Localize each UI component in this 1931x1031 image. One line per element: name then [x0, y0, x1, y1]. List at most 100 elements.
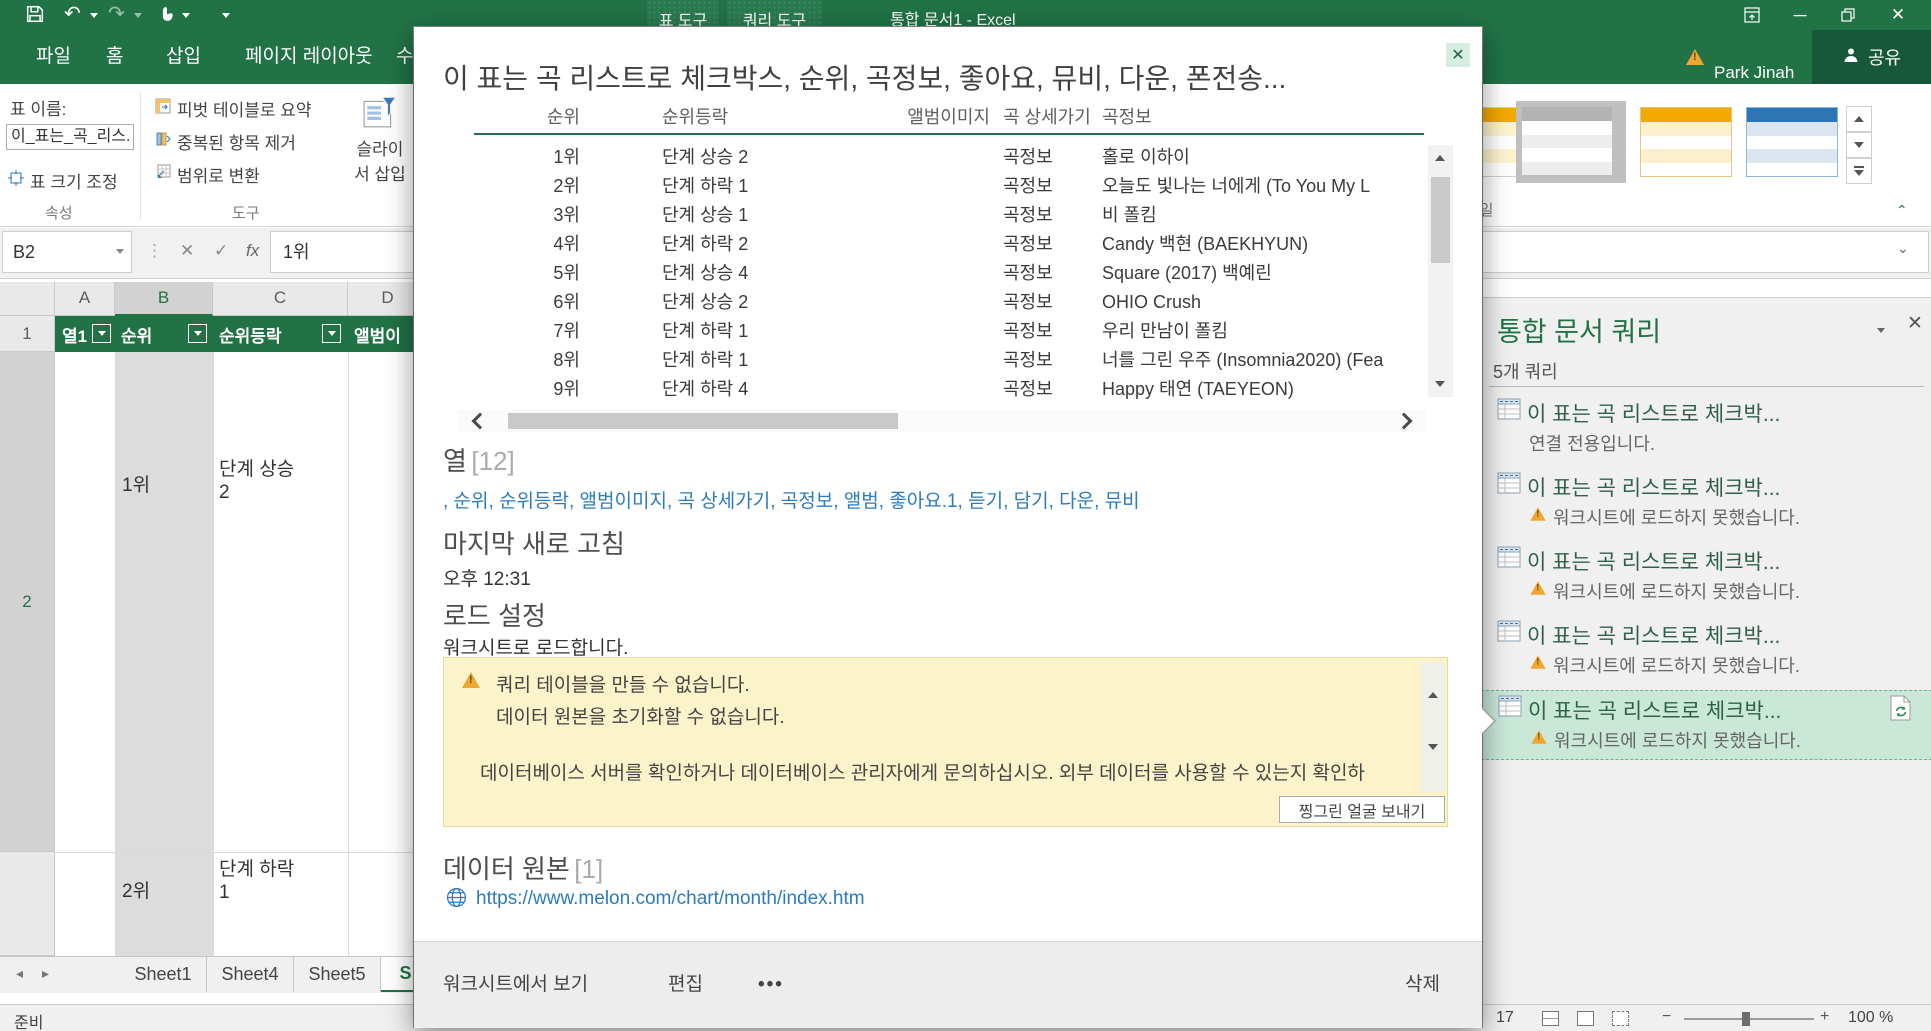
view-in-worksheet-button[interactable]: 워크시트에서 보기: [443, 942, 588, 1028]
table-style-thumbnail-2-selected[interactable]: [1516, 101, 1626, 183]
excel-window: ↶ ↷ 표 도구 쿼리 도구 통합 문서1 - Excel ─ ✕ 파일 홈 삽…: [0, 0, 1931, 1031]
cell-c2-line1[interactable]: 단계 상승: [219, 454, 294, 481]
context-tab-query-tools[interactable]: 쿼리 도구: [727, 0, 822, 30]
save-icon[interactable]: [26, 5, 44, 28]
zoom-out-icon[interactable]: −: [1662, 1008, 1671, 1026]
query-table-icon: [1497, 546, 1521, 573]
filter-icon[interactable]: [322, 324, 341, 343]
scroll-right-icon[interactable]: [1395, 412, 1413, 430]
row-header-2[interactable]: 2: [0, 352, 55, 852]
resize-table-button[interactable]: 표 크기 조정: [8, 168, 118, 193]
enter-icon[interactable]: ✓: [214, 228, 228, 274]
scroll-up-icon[interactable]: [1435, 155, 1445, 161]
query-item-1[interactable]: 이 표는 곡 리스트로 체크박... 연결 전용입니다.: [1481, 394, 1931, 464]
sheet-tab-sheet5[interactable]: Sheet5: [294, 957, 381, 992]
restore-button[interactable]: [1828, 1, 1868, 29]
cancel-icon[interactable]: ✕: [180, 228, 194, 274]
preview-header-rule: [474, 133, 1424, 135]
summarize-pivot-button[interactable]: 피벗 테이블로 요약: [155, 96, 312, 121]
table-header-change: 순위등락: [219, 327, 282, 346]
styles-more-icon[interactable]: [1846, 158, 1872, 184]
delete-button[interactable]: 삭제: [1405, 942, 1440, 1028]
expand-formula-bar-icon[interactable]: ⌄: [1897, 240, 1909, 257]
tab-insert[interactable]: 삽입: [166, 30, 201, 84]
insert-slicer-button[interactable]: 슬라이 서 삽입: [350, 94, 410, 185]
convert-to-range-button[interactable]: 범위로 변환: [155, 162, 260, 187]
tab-page-layout[interactable]: 페이지 레이아웃: [245, 30, 373, 84]
zoom-slider-thumb[interactable]: [1742, 1012, 1750, 1026]
query-item-4[interactable]: 이 표는 곡 리스트로 체크박... 워크시트에 로드하지 못했습니다.: [1481, 616, 1931, 686]
sheet-nav-right-icon[interactable]: ▸: [42, 965, 49, 982]
normal-view-icon[interactable]: [1542, 1011, 1559, 1026]
scrollbar-thumb[interactable]: [508, 413, 898, 429]
scroll-left-icon[interactable]: [471, 412, 489, 430]
scroll-up-icon[interactable]: [1428, 692, 1438, 698]
undo-icon[interactable]: ↶: [64, 1, 81, 27]
account-warning-icon[interactable]: [1686, 49, 1704, 65]
filter-icon[interactable]: [92, 324, 111, 343]
sheet-tab-sheet1[interactable]: Sheet1: [120, 957, 207, 992]
scrollbar-thumb[interactable]: [1431, 177, 1450, 263]
more-options-button[interactable]: •••: [758, 942, 784, 1028]
col-header-a[interactable]: A: [55, 282, 115, 316]
select-all-corner[interactable]: [0, 282, 55, 316]
scroll-down-icon[interactable]: [1435, 381, 1445, 387]
preview-row: 2위 단계 하락 1 곡정보 오늘도 빛나는 너에게 (To You My L: [414, 172, 1424, 201]
cell-c3-line2[interactable]: 1: [219, 882, 230, 904]
query-table-icon: [1497, 398, 1521, 425]
zoom-in-icon[interactable]: +: [1820, 1008, 1829, 1026]
name-box-dropdown-icon[interactable]: [116, 249, 124, 254]
query-item-5-selected[interactable]: 이 표는 곡 리스트로 체크박... 워크시트에 로드하지 못했습니다.: [1481, 690, 1931, 760]
warning-scroll-strip[interactable]: [1421, 662, 1445, 792]
minimize-button[interactable]: ─: [1780, 1, 1820, 29]
filter-icon[interactable]: [188, 324, 207, 343]
ribbon-display-options-icon[interactable]: [1732, 1, 1772, 29]
col-header-c[interactable]: C: [213, 282, 348, 316]
table-style-thumbnail-3[interactable]: [1640, 107, 1732, 177]
data-source-link[interactable]: https://www.melon.com/chart/month/index.…: [476, 888, 865, 910]
table-name-input[interactable]: [6, 124, 134, 150]
tab-home[interactable]: 홈: [106, 30, 123, 84]
page-break-view-icon[interactable]: [1612, 1011, 1629, 1026]
cell-c2-line2[interactable]: 2: [219, 482, 230, 504]
page-layout-view-icon[interactable]: [1577, 1011, 1594, 1026]
dialog-close-icon[interactable]: ✕: [1446, 43, 1470, 67]
styles-scroll-down-icon[interactable]: [1846, 132, 1872, 158]
row-header-3[interactable]: [0, 852, 55, 956]
send-frown-button[interactable]: 찡그린 얼굴 보내기: [1279, 796, 1445, 823]
preview-detail-link: 곡정보: [1003, 321, 1053, 341]
panel-options-icon[interactable]: [1877, 328, 1885, 333]
zoom-level[interactable]: 100 %: [1848, 1009, 1893, 1027]
cell-c3-line1[interactable]: 단계 하락: [219, 854, 294, 881]
remove-duplicates-button[interactable]: 중복된 항목 제거: [155, 129, 296, 154]
name-box[interactable]: B2: [2, 231, 132, 273]
edit-button[interactable]: 편집: [668, 942, 703, 1028]
undo-dropdown-icon[interactable]: [90, 13, 98, 18]
share-button[interactable]: 공유: [1812, 30, 1931, 84]
scroll-down-icon[interactable]: [1428, 744, 1438, 750]
collapse-ribbon-icon[interactable]: ⌃: [1896, 202, 1908, 219]
context-tab-table-tools[interactable]: 표 도구: [647, 0, 719, 30]
sheet-tab-sheet4[interactable]: Sheet4: [207, 957, 294, 992]
query-item-2[interactable]: 이 표는 곡 리스트로 체크박... 워크시트에 로드하지 못했습니다.: [1481, 468, 1931, 538]
warning-box: 쿼리 테이블을 만들 수 없습니다. 데이터 원본을 초기화할 수 없습니다. …: [443, 657, 1448, 827]
row-header-1[interactable]: 1: [0, 316, 55, 352]
refresh-icon[interactable]: [1890, 695, 1912, 726]
sheet-nav-left-icon[interactable]: ◂: [16, 965, 23, 982]
qat-customize-icon[interactable]: [222, 13, 230, 18]
insert-function-icon[interactable]: fx: [246, 228, 259, 274]
touch-mode-dropdown-icon[interactable]: [182, 13, 190, 18]
close-window-button[interactable]: ✕: [1878, 1, 1918, 29]
columns-list[interactable]: , 순위, 순위등락, 앨범이미지, 곡 상세가기, 곡정보, 앨범, 좋아요.…: [443, 486, 1443, 513]
touch-mode-icon[interactable]: [158, 5, 175, 28]
cell-b3[interactable]: 2위: [122, 876, 150, 903]
col-header-b[interactable]: B: [115, 282, 213, 316]
query-item-3[interactable]: 이 표는 곡 리스트로 체크박... 워크시트에 로드하지 못했습니다.: [1481, 542, 1931, 612]
cell-b2[interactable]: 1위: [122, 470, 150, 497]
styles-scroll-up-icon[interactable]: [1846, 106, 1872, 132]
preview-horizontal-scrollbar[interactable]: [458, 410, 1426, 432]
panel-close-icon[interactable]: ✕: [1907, 312, 1923, 335]
tab-file[interactable]: 파일: [36, 30, 71, 84]
preview-vertical-scrollbar[interactable]: [1428, 145, 1453, 397]
table-style-thumbnail-4[interactable]: [1746, 107, 1838, 177]
